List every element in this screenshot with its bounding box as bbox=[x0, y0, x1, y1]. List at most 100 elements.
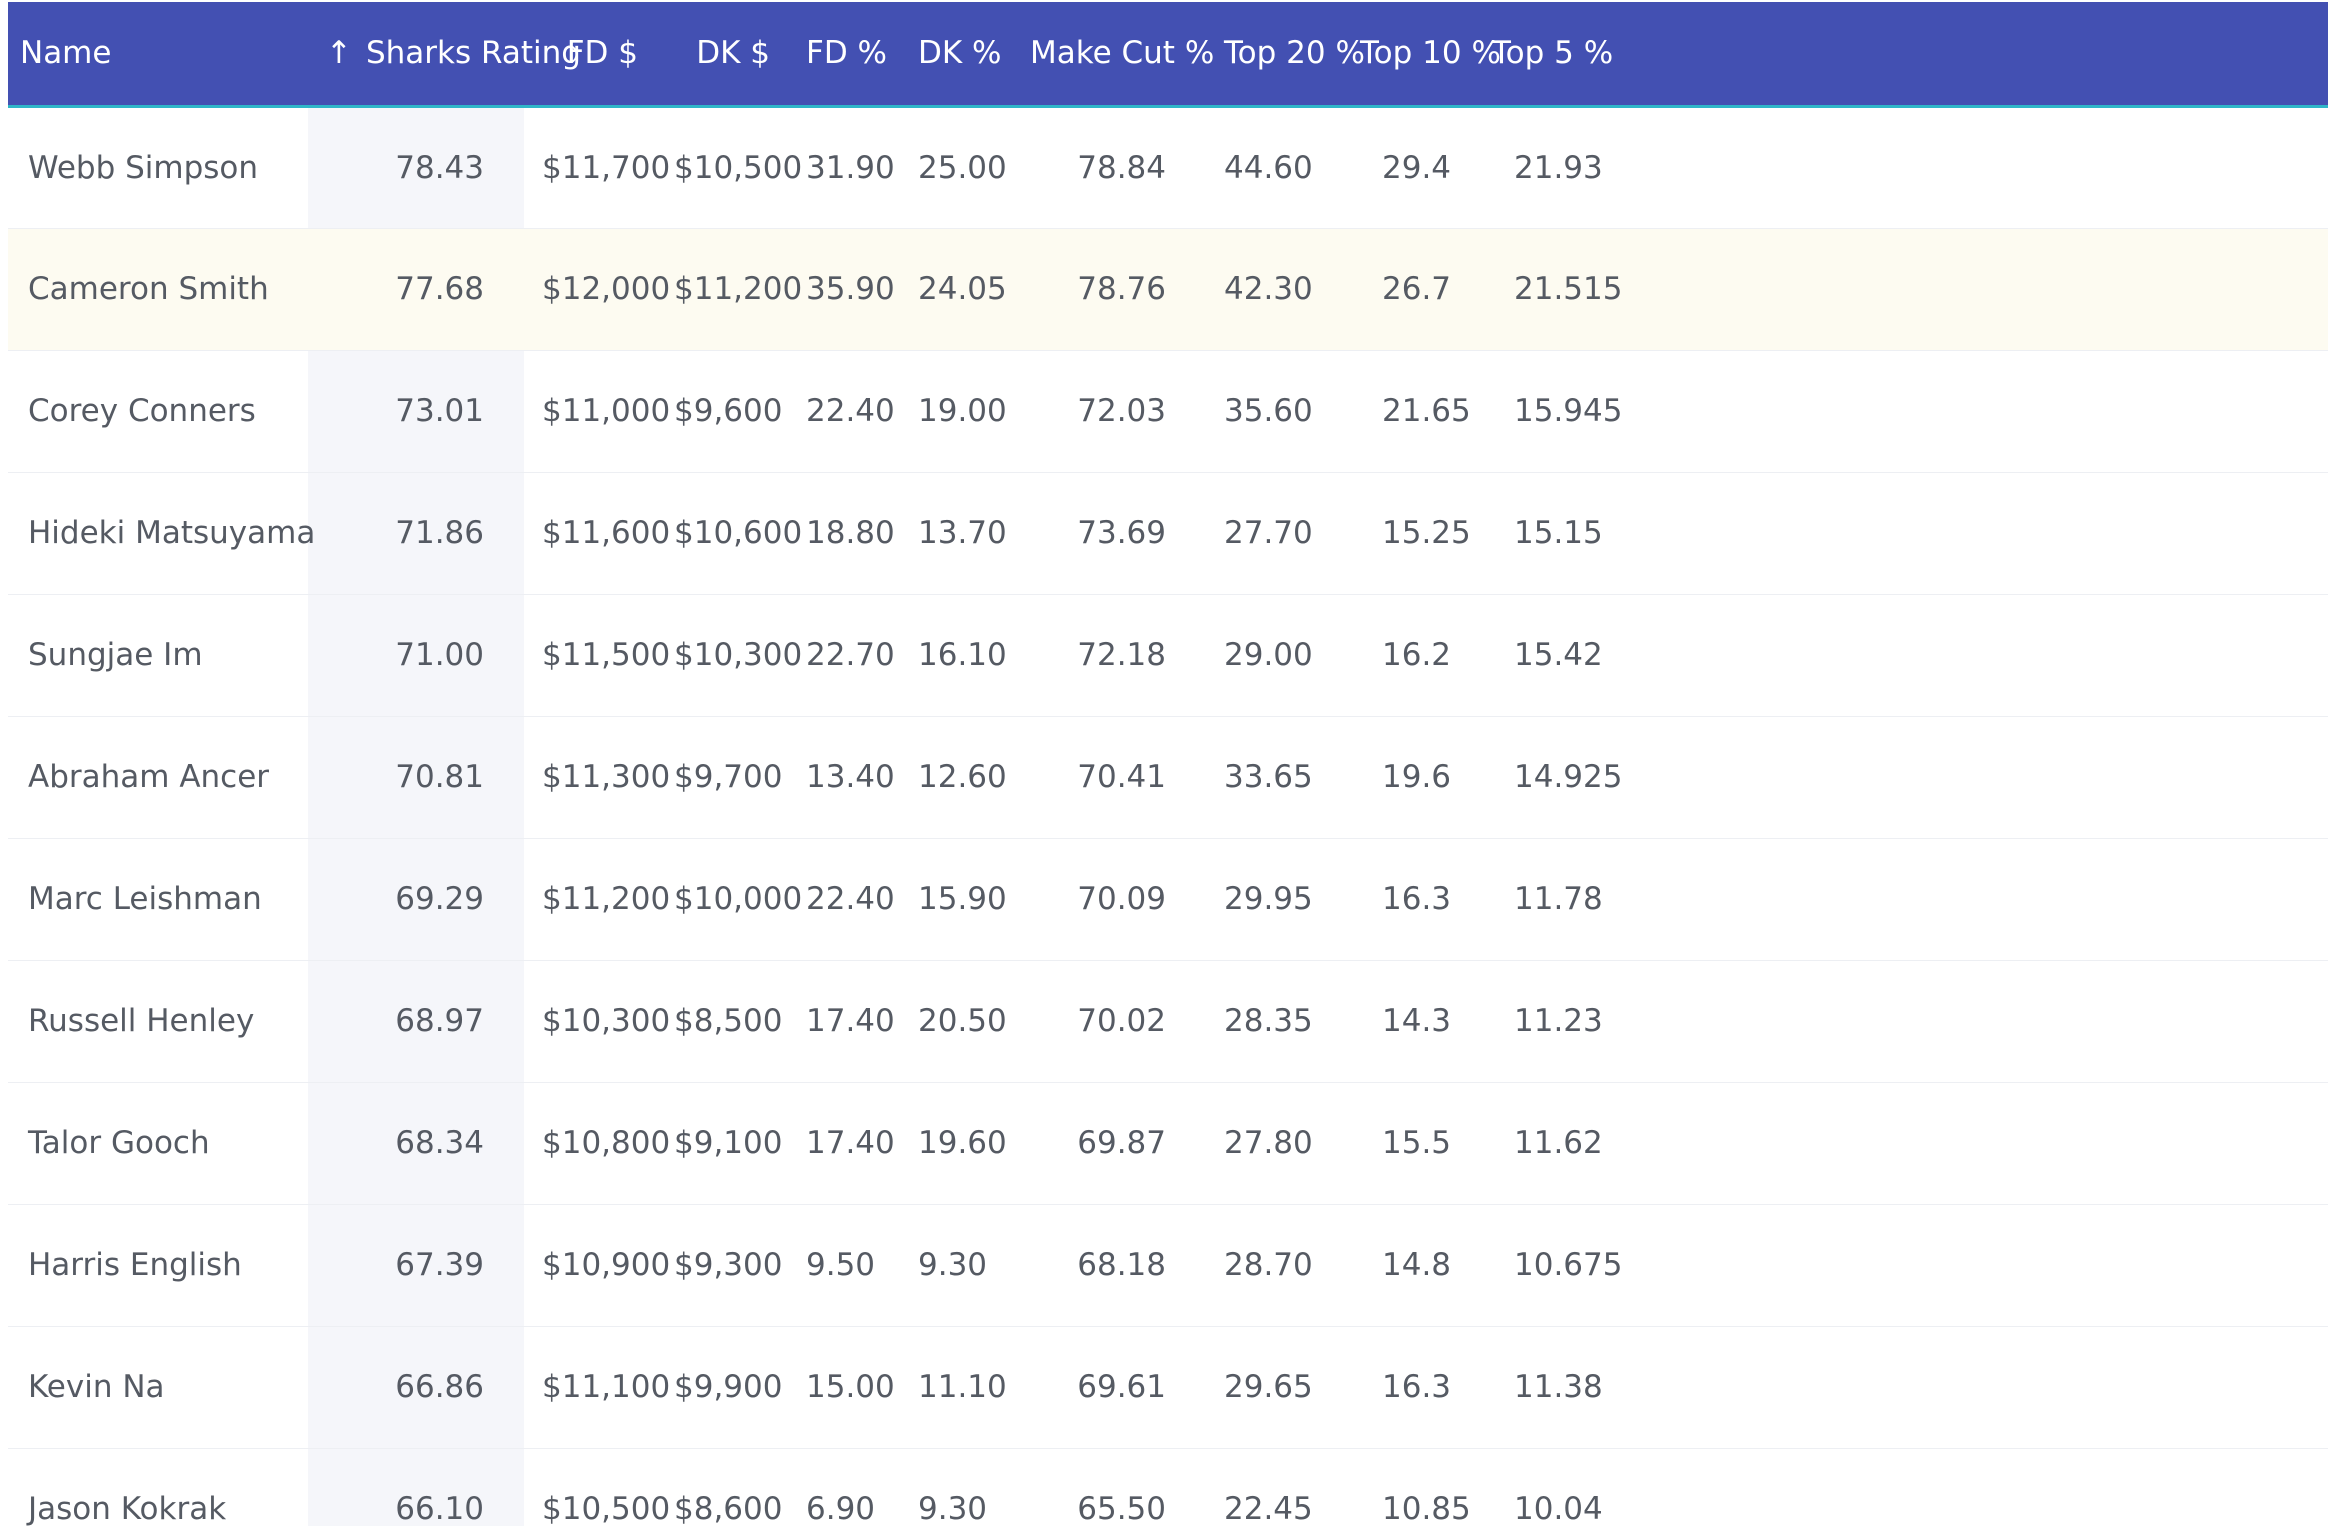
table-row[interactable]: Russell Henley 68.97 $10,300 $8,500 17.40 20.… bbox=[8, 960, 2328, 1082]
table-row[interactable]: Harris English 67.39 $10,900 $9,300 9.50 9.30… bbox=[8, 1204, 2328, 1326]
column-header-label: Top 5 % bbox=[1492, 35, 1614, 72]
cell-dk-salary: $9,300 bbox=[674, 1247, 783, 1283]
cell-fd-salary: $11,100 bbox=[542, 1369, 671, 1405]
column-header-label: FD $ bbox=[566, 35, 638, 72]
cell-make-cut-percent: 70.09 bbox=[1077, 881, 1166, 917]
cell-fd-salary: $10,300 bbox=[542, 1003, 671, 1039]
cell-sharks-rating: 66.10 bbox=[308, 1448, 524, 1526]
table-row[interactable]: Kevin Na 66.86 $11,100 $9,900 15.00 11.10 69.6… bbox=[8, 1326, 2328, 1448]
cell-dk-salary: $9,100 bbox=[674, 1125, 783, 1161]
cell-top-20-percent: 27.70 bbox=[1224, 515, 1313, 551]
cell-player-name: Jason Kokrak bbox=[28, 1491, 227, 1526]
cell-make-cut-percent: 69.61 bbox=[1077, 1369, 1166, 1405]
cell-make-cut-percent: 68.18 bbox=[1077, 1247, 1166, 1283]
cell-top-10-percent: 15.5 bbox=[1382, 1125, 1452, 1161]
cell-sharks-rating: 77.68 bbox=[308, 228, 524, 350]
cell-sharks-rating: 69.29 bbox=[308, 838, 524, 960]
cell-player-name: Cameron Smith bbox=[8, 228, 308, 350]
player-table-container: Name ↑ Sharks Rating FD $ DK $ FD % DK % … bbox=[8, 2, 2328, 1526]
column-header-top-5[interactable]: Top 5 % bbox=[1474, 2, 2328, 108]
cell-player-name: Russell Henley bbox=[28, 1003, 255, 1039]
cell-top-20-percent: 29.95 bbox=[1224, 881, 1313, 917]
cell-fd-percent: 22.40 bbox=[806, 881, 895, 917]
cell-dk-salary: $9,700 bbox=[674, 759, 783, 795]
cell-sharks-rating: 66.86 bbox=[308, 1326, 524, 1448]
table-row[interactable]: Sungjae Im 71.00 $11,500 $10,300 22.70 16.10 7… bbox=[8, 594, 2328, 716]
cell-top-20-percent: 27.80 bbox=[1224, 1125, 1313, 1161]
cell-player-name: Harris English bbox=[28, 1247, 242, 1283]
cell-fd-salary: $11,500 bbox=[542, 637, 671, 673]
column-header-top-10[interactable]: Top 10 % bbox=[1342, 2, 1501, 108]
column-header-label: FD % bbox=[806, 35, 888, 72]
cell-make-cut-percent: 69.87 bbox=[1077, 1125, 1166, 1161]
cell-dk-percent: 24.05 bbox=[900, 228, 1012, 350]
column-header-make-cut[interactable]: Make Cut % bbox=[1012, 2, 1214, 108]
table-row[interactable]: Talor Gooch 68.34 $10,800 $9,100 17.40 19.60 6… bbox=[8, 1082, 2328, 1204]
cell-fd-salary: $11,700 bbox=[542, 149, 671, 186]
cell-fd-percent: 17.40 bbox=[806, 1003, 895, 1039]
table-row[interactable]: Marc Leishman 69.29 $11,200 $10,000 22.40 15.… bbox=[8, 838, 2328, 960]
cell-dk-salary: $10,500 bbox=[674, 149, 803, 186]
table-row[interactable]: Cameron Smith 77.68 $12,000 $11,200 35.90 24.… bbox=[8, 228, 2328, 350]
cell-make-cut-percent: 72.18 bbox=[1077, 637, 1166, 673]
cell-sharks-rating: 78.43 bbox=[308, 106, 524, 228]
cell-dk-salary: $8,600 bbox=[674, 1491, 783, 1526]
cell-dk-percent: 19.60 bbox=[918, 1125, 1007, 1161]
column-header-label: DK % bbox=[918, 35, 1002, 72]
cell-player-name: Marc Leishman bbox=[28, 881, 262, 917]
cell-fd-percent: 31.90 bbox=[806, 149, 895, 186]
cell-top-10-percent: 16.3 bbox=[1382, 881, 1452, 917]
cell-dk-salary: $10,600 bbox=[674, 515, 803, 551]
column-header-top-20[interactable]: Top 20 % bbox=[1206, 2, 1365, 108]
cell-make-cut-percent: 78.76 bbox=[1012, 228, 1206, 350]
cell-fd-salary: $11,200 bbox=[542, 881, 671, 917]
cell-fd-percent: 18.80 bbox=[806, 515, 895, 551]
cell-top-20-percent: 35.60 bbox=[1224, 393, 1313, 429]
cell-make-cut-percent: 70.41 bbox=[1077, 759, 1166, 795]
column-header-name[interactable]: Name bbox=[8, 2, 308, 108]
cell-dk-percent: 13.70 bbox=[918, 515, 1007, 551]
cell-fd-percent: 9.50 bbox=[806, 1247, 876, 1283]
cell-top-20-percent: 22.45 bbox=[1224, 1491, 1313, 1526]
column-header-dk-percent[interactable]: DK % bbox=[900, 2, 1012, 108]
cell-fd-salary: $11,000 bbox=[542, 393, 671, 429]
cell-top-5-percent: 21.515 bbox=[1474, 228, 2328, 350]
cell-top-5-percent: 10.675 bbox=[1514, 1247, 1623, 1283]
column-header-label: Name bbox=[20, 35, 112, 72]
table-row[interactable]: Jason Kokrak 66.10 $10,500 $8,600 6.90 9.30 65… bbox=[8, 1448, 2328, 1526]
cell-sharks-rating: 70.81 bbox=[308, 716, 524, 838]
table-row[interactable]: Abraham Ancer 70.81 $11,300 $9,700 13.40 12.6… bbox=[8, 716, 2328, 838]
table-row[interactable]: Webb Simpson 78.43 $11,700 $10,500 31.90 25.0… bbox=[8, 106, 2328, 228]
column-header-sharks-rating[interactable]: ↑ Sharks Rating bbox=[308, 2, 581, 108]
cell-dk-salary: $8,500 bbox=[674, 1003, 783, 1039]
cell-top-5-percent: 15.15 bbox=[1514, 515, 1603, 551]
table-row[interactable]: Corey Conners 73.01 $11,000 $9,600 22.40 19.0… bbox=[8, 350, 2328, 472]
cell-player-name: Sungjae Im bbox=[28, 637, 203, 673]
cell-dk-percent: 11.10 bbox=[918, 1369, 1007, 1405]
column-header-fd-percent[interactable]: FD % bbox=[788, 2, 900, 108]
cell-top-20-percent: 29.00 bbox=[1224, 637, 1313, 673]
cell-top-5-percent: 11.23 bbox=[1514, 1003, 1603, 1039]
cell-player-name: Talor Gooch bbox=[28, 1125, 210, 1161]
cell-fd-salary: $11,300 bbox=[542, 759, 671, 795]
cell-dk-percent: 12.60 bbox=[918, 759, 1007, 795]
player-ratings-table: Name ↑ Sharks Rating FD $ DK $ FD % DK % … bbox=[8, 2, 2328, 1526]
cell-sharks-rating: 68.97 bbox=[308, 960, 524, 1082]
cell-player-name: Kevin Na bbox=[28, 1369, 165, 1405]
column-header-dk-salary[interactable]: DK $ bbox=[656, 2, 788, 108]
cell-dk-salary: $10,000 bbox=[674, 881, 803, 917]
cell-top-20-percent: 33.65 bbox=[1224, 759, 1313, 795]
cell-fd-salary: $11,600 bbox=[542, 515, 671, 551]
cell-player-name: Hideki Matsuyama bbox=[28, 515, 316, 551]
table-row[interactable]: Hideki Matsuyama 71.86 $11,600 $10,600 18.80… bbox=[8, 472, 2328, 594]
cell-dk-percent: 19.00 bbox=[918, 393, 1007, 429]
cell-player-name: Webb Simpson bbox=[28, 149, 259, 186]
column-header-label: Make Cut % bbox=[1030, 35, 1215, 72]
cell-top-10-percent: 19.6 bbox=[1382, 759, 1452, 795]
cell-fd-salary: $10,500 bbox=[542, 1491, 671, 1526]
cell-fd-percent: 22.40 bbox=[806, 393, 895, 429]
cell-top-5-percent: 10.04 bbox=[1514, 1491, 1603, 1526]
cell-fd-salary: $12,000 bbox=[524, 228, 670, 350]
cell-dk-percent: 25.00 bbox=[918, 149, 1007, 186]
cell-top-5-percent: 15.42 bbox=[1514, 637, 1603, 673]
